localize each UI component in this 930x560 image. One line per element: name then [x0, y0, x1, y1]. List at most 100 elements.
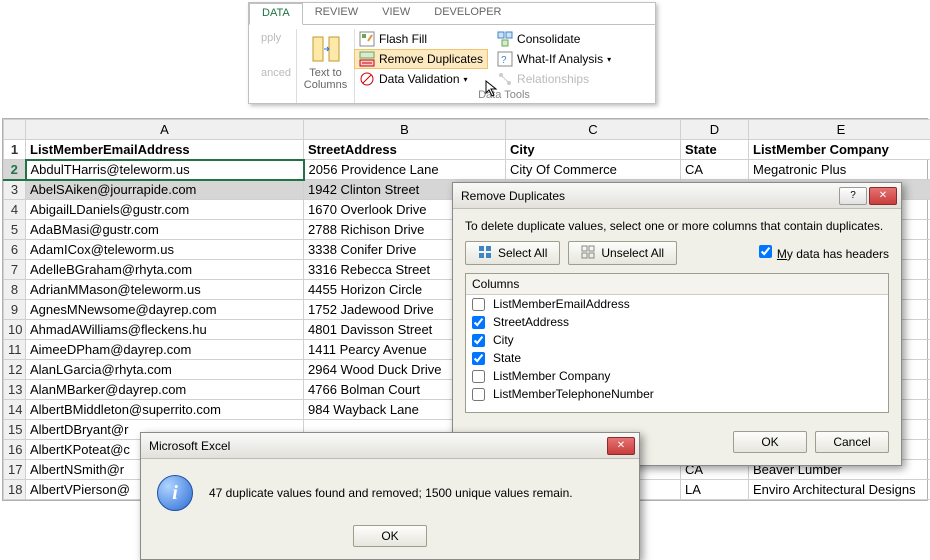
- cell[interactable]: AbigailLDaniels@gustr.com: [26, 200, 304, 220]
- column-list-item[interactable]: City: [466, 331, 888, 349]
- column-header[interactable]: D: [681, 120, 749, 140]
- row-header[interactable]: 4: [4, 200, 26, 220]
- row-header[interactable]: 15: [4, 420, 26, 440]
- column-checkbox[interactable]: [472, 388, 485, 401]
- advanced-cmd: anced: [257, 66, 290, 80]
- row-header[interactable]: 1: [4, 140, 26, 160]
- headers-checkbox[interactable]: [759, 245, 772, 258]
- column-checkbox[interactable]: [472, 334, 485, 347]
- dialog-titlebar[interactable]: Remove Duplicates ? ✕: [453, 183, 901, 209]
- headers-checkbox-label[interactable]: My data has headers: [759, 245, 889, 261]
- tab-data[interactable]: DATA: [249, 3, 303, 25]
- column-list-item[interactable]: ListMember Company: [466, 367, 888, 385]
- what-if-label: What-If Analysis: [517, 52, 603, 66]
- cell[interactable]: AbdulTHarris@teleworm.us: [26, 160, 304, 180]
- column-header[interactable]: E: [749, 120, 930, 140]
- column-header[interactable]: A: [26, 120, 304, 140]
- cell[interactable]: Enviro Architectural Designs: [749, 480, 930, 500]
- column-list-item[interactable]: StreetAddress: [466, 313, 888, 331]
- cell[interactable]: AlbertBMiddleton@superrito.com: [26, 400, 304, 420]
- cell[interactable]: AdamICox@teleworm.us: [26, 240, 304, 260]
- msgbox-close-button[interactable]: ✕: [607, 437, 635, 455]
- column-label: ListMemberEmailAddress: [493, 297, 630, 311]
- what-if-button[interactable]: ? What-If Analysis ▾: [493, 50, 615, 68]
- row-header[interactable]: 7: [4, 260, 26, 280]
- dropdown-icon: ▾: [464, 75, 468, 84]
- cell[interactable]: LA: [681, 480, 749, 500]
- tab-view[interactable]: VIEW: [370, 3, 422, 24]
- cell[interactable]: CA: [681, 160, 749, 180]
- help-button[interactable]: ?: [839, 187, 867, 205]
- row-header[interactable]: 2: [4, 160, 26, 180]
- relationships-label: Relationships: [517, 72, 589, 86]
- header-cell[interactable]: State: [681, 140, 749, 160]
- header-cell[interactable]: StreetAddress: [304, 140, 506, 160]
- column-headers-row: ABCDE: [4, 120, 930, 140]
- row-header[interactable]: 12: [4, 360, 26, 380]
- row-header[interactable]: 10: [4, 320, 26, 340]
- msgbox-ok-button[interactable]: OK: [353, 525, 427, 547]
- row-header[interactable]: 6: [4, 240, 26, 260]
- columns-list-header: Columns: [466, 274, 888, 295]
- column-checkbox[interactable]: [472, 370, 485, 383]
- row-header[interactable]: 17: [4, 460, 26, 480]
- header-cell[interactable]: ListMemberEmailAddress: [26, 140, 304, 160]
- text-to-columns-button[interactable]: Text to Columns: [300, 31, 351, 93]
- remove-duplicates-button[interactable]: Remove Duplicates: [355, 50, 487, 68]
- close-button[interactable]: ✕: [869, 187, 897, 205]
- row-header[interactable]: 13: [4, 380, 26, 400]
- dropdown-icon: ▾: [607, 55, 611, 64]
- column-checkbox[interactable]: [472, 298, 485, 311]
- row-header[interactable]: 11: [4, 340, 26, 360]
- reapply-cmd: pply: [257, 31, 290, 45]
- column-list-item[interactable]: ListMemberEmailAddress: [466, 295, 888, 313]
- column-list-item[interactable]: State: [466, 349, 888, 367]
- cell[interactable]: AlanLGarcia@rhyta.com: [26, 360, 304, 380]
- column-header[interactable]: C: [506, 120, 681, 140]
- unselect-all-button[interactable]: Unselect All: [568, 241, 677, 265]
- select-all-button[interactable]: Select All: [465, 241, 560, 265]
- cell[interactable]: AimeeDPham@dayrep.com: [26, 340, 304, 360]
- row-header[interactable]: 14: [4, 400, 26, 420]
- row-header[interactable]: 9: [4, 300, 26, 320]
- cell[interactable]: AhmadAWilliams@fleckens.hu: [26, 320, 304, 340]
- msgbox-title: Microsoft Excel: [149, 439, 230, 453]
- tab-developer[interactable]: DEVELOPER: [422, 3, 513, 24]
- cell[interactable]: Megatronic Plus: [749, 160, 930, 180]
- flash-fill-icon: [359, 31, 375, 47]
- column-header[interactable]: B: [304, 120, 506, 140]
- cell[interactable]: AdelleBGraham@rhyta.com: [26, 260, 304, 280]
- row-header[interactable]: 8: [4, 280, 26, 300]
- data-validation-button[interactable]: Data Validation ▾: [355, 70, 487, 88]
- column-label: ListMemberTelephoneNumber: [493, 387, 654, 401]
- row-header[interactable]: 18: [4, 480, 26, 500]
- header-cell[interactable]: City: [506, 140, 681, 160]
- columns-listbox[interactable]: Columns ListMemberEmailAddress StreetAddr…: [465, 273, 889, 413]
- consolidate-button[interactable]: Consolidate: [493, 30, 615, 48]
- row-header[interactable]: 16: [4, 440, 26, 460]
- cell[interactable]: 2056 Providence Lane: [304, 160, 506, 180]
- column-checkbox[interactable]: [472, 352, 485, 365]
- relationships-button: Relationships: [493, 70, 615, 88]
- column-label: City: [493, 333, 514, 347]
- column-list-item[interactable]: ListMemberTelephoneNumber: [466, 385, 888, 403]
- row-header[interactable]: 5: [4, 220, 26, 240]
- cell[interactable]: City Of Commerce: [506, 160, 681, 180]
- msgbox-titlebar[interactable]: Microsoft Excel ✕: [141, 433, 639, 459]
- cancel-button[interactable]: Cancel: [815, 431, 889, 453]
- cell[interactable]: AgnesMNewsome@dayrep.com: [26, 300, 304, 320]
- cell[interactable]: AdaBMasi@gustr.com: [26, 220, 304, 240]
- cell[interactable]: AdrianMMason@teleworm.us: [26, 280, 304, 300]
- column-checkbox[interactable]: [472, 316, 485, 329]
- what-if-icon: ?: [497, 51, 513, 67]
- consolidate-label: Consolidate: [517, 32, 580, 46]
- cell[interactable]: AbelSAiken@jourrapide.com: [26, 180, 304, 200]
- flash-fill-button[interactable]: Flash Fill: [355, 30, 487, 48]
- row-header[interactable]: 3: [4, 180, 26, 200]
- unselect-all-label: Unselect All: [601, 246, 664, 260]
- ok-button[interactable]: OK: [733, 431, 807, 453]
- column-header[interactable]: [4, 120, 26, 140]
- cell[interactable]: AlanMBarker@dayrep.com: [26, 380, 304, 400]
- header-cell[interactable]: ListMember Company: [749, 140, 930, 160]
- tab-review[interactable]: REVIEW: [303, 3, 370, 24]
